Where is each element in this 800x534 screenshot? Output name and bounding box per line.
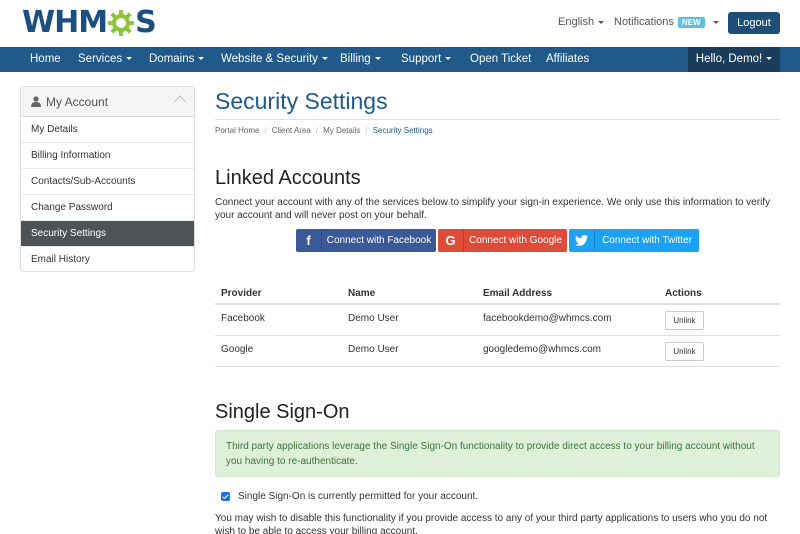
nav-domains[interactable]: Domains xyxy=(149,47,205,72)
chevron-down-icon xyxy=(445,57,452,61)
linked-accounts-table: Provider Name Email Address Actions Face… xyxy=(215,283,780,367)
chevron-up-icon[interactable] xyxy=(174,95,186,107)
nav-label: Services xyxy=(78,53,123,65)
sso-permission-row: Single Sign-On is currently permitted fo… xyxy=(221,491,478,502)
logo-text-left: WHM xyxy=(22,5,108,40)
breadcrumb-portal-home[interactable]: Portal Home xyxy=(215,126,259,135)
breadcrumb: Portal Home / Client Area / My Details /… xyxy=(215,126,433,135)
breadcrumb-client-area[interactable]: Client Area xyxy=(272,126,311,135)
user-menu[interactable]: Hello, Demo! xyxy=(688,47,780,72)
sso-info-alert: Third party applications leverage the Si… xyxy=(215,430,780,477)
user-greeting: Hello, Demo! xyxy=(695,53,763,65)
nav-label: Domains xyxy=(149,53,195,65)
unlink-button[interactable]: Unlink xyxy=(665,311,704,330)
sidebar-header[interactable]: My Account xyxy=(21,87,194,117)
gear-icon xyxy=(108,10,135,36)
linked-accounts-intro: Connect your account with any of the ser… xyxy=(215,197,771,221)
sidebar-item-email-history[interactable]: Email History xyxy=(21,247,194,273)
nav-home[interactable]: Home xyxy=(30,47,61,72)
notifications-label: Notifications xyxy=(614,16,674,28)
sidebar-item-change-password[interactable]: Change Password xyxy=(21,195,194,221)
provider-cell: Facebook xyxy=(221,313,265,324)
chevron-down-icon xyxy=(598,20,605,24)
column-header: Email Address xyxy=(483,288,553,299)
nav-open-ticket[interactable]: Open Ticket xyxy=(470,47,531,72)
facebook-icon: f xyxy=(296,229,322,252)
nav-billing[interactable]: Billing xyxy=(340,47,381,72)
table-row: Google Demo User googledemo@whmcs.com Un… xyxy=(215,336,780,367)
chevron-down-icon xyxy=(712,20,719,24)
column-header: Actions xyxy=(665,288,702,299)
nav-label: Billing xyxy=(340,53,371,65)
chevron-down-icon xyxy=(374,57,381,61)
breadcrumb-separator: / xyxy=(315,126,319,135)
language-label: English xyxy=(558,16,595,28)
column-header: Provider xyxy=(221,288,262,299)
sidebar-item-billing-information[interactable]: Billing Information xyxy=(21,143,194,169)
table-header-row: Provider Name Email Address Actions xyxy=(215,283,780,305)
connect-twitter-button[interactable]: Connect with Twitter xyxy=(569,229,699,252)
main-nav: Home Services Domains Website & Security… xyxy=(0,47,800,72)
breadcrumb-current: Security Settings xyxy=(372,126,433,135)
sso-note: You may wish to disable this functionali… xyxy=(215,513,768,534)
nav-label: Affiliates xyxy=(546,53,590,65)
page-title: Security Settings xyxy=(215,88,388,114)
user-icon xyxy=(31,96,41,107)
sidebar-item-my-details[interactable]: My Details xyxy=(21,117,194,143)
google-icon: G xyxy=(438,229,464,252)
connect-google-button[interactable]: G Connect with Google xyxy=(438,229,567,252)
nav-affiliates[interactable]: Affiliates xyxy=(546,47,589,72)
nav-label: Website & Security xyxy=(221,53,318,65)
sidebar-title: My Account xyxy=(46,94,109,109)
sso-checkbox[interactable] xyxy=(221,492,230,501)
column-header: Name xyxy=(348,288,376,299)
nav-label: Home xyxy=(30,53,61,65)
connect-facebook-button[interactable]: f Connect with Facebook xyxy=(296,229,436,252)
whmcs-logo[interactable]: WHM S xyxy=(22,5,157,40)
chevron-down-icon xyxy=(126,57,133,61)
breadcrumb-separator: / xyxy=(264,126,267,135)
breadcrumb-my-details[interactable]: My Details xyxy=(323,126,360,135)
top-bar: WHM S English Notifications NEW Logout xyxy=(0,0,800,47)
nav-support[interactable]: Support xyxy=(401,47,452,72)
email-cell: facebookdemo@whmcs.com xyxy=(483,313,612,324)
logo-text-right: S xyxy=(135,5,157,40)
linked-accounts-heading: Linked Accounts xyxy=(215,167,361,189)
logout-button[interactable]: Logout xyxy=(728,12,780,34)
nav-label: Open Ticket xyxy=(470,53,532,65)
email-cell: googledemo@whmcs.com xyxy=(483,344,601,355)
twitter-icon xyxy=(569,229,595,252)
table-row: Facebook Demo User facebookdemo@whmcs.co… xyxy=(215,305,780,336)
button-label: Connect with Facebook xyxy=(326,235,432,246)
nav-label: Support xyxy=(401,53,442,65)
sso-checkbox-label: Single Sign-On is currently permitted fo… xyxy=(238,491,479,502)
provider-cell: Google xyxy=(221,344,254,355)
unlink-button[interactable]: Unlink xyxy=(665,342,704,361)
divider xyxy=(215,119,780,120)
name-cell: Demo User xyxy=(348,313,399,324)
name-cell: Demo User xyxy=(348,344,399,355)
notifications-dropdown[interactable]: Notifications NEW xyxy=(614,16,719,28)
button-label: Connect with Twitter xyxy=(602,235,692,246)
breadcrumb-separator: / xyxy=(365,126,368,135)
nav-website-security[interactable]: Website & Security xyxy=(221,47,328,72)
sidebar-item-security-settings[interactable]: Security Settings xyxy=(21,221,194,247)
chevron-down-icon xyxy=(766,57,773,61)
nav-services[interactable]: Services xyxy=(78,47,133,72)
new-badge: NEW xyxy=(677,16,705,28)
button-label: Connect with Google xyxy=(469,235,562,246)
chevron-down-icon xyxy=(198,57,205,61)
language-dropdown[interactable]: English xyxy=(558,16,605,28)
account-sidebar: My Account My Details Billing Informatio… xyxy=(20,86,195,272)
sso-heading: Single Sign-On xyxy=(215,401,350,423)
chevron-down-icon xyxy=(321,57,328,61)
sidebar-item-contacts[interactable]: Contacts/Sub-Accounts xyxy=(21,169,194,195)
